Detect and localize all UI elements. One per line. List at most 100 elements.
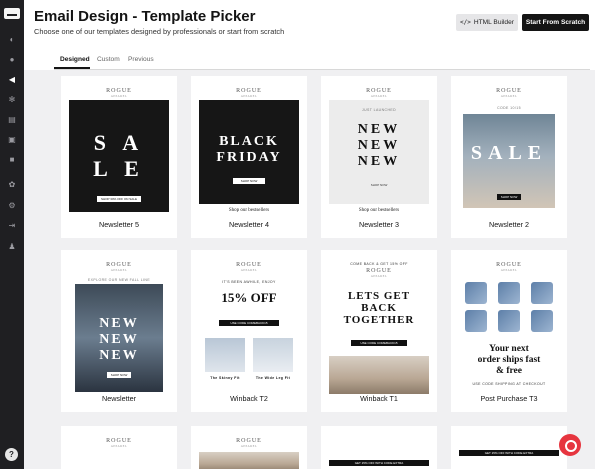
template-cta: SHOP NOW <box>107 372 131 378</box>
template-heading: 15% OFF <box>221 290 277 305</box>
template-item-label: The Skinny Fit <box>210 376 240 380</box>
html-builder-button[interactable]: </> HTML Builder <box>456 14 518 31</box>
template-thumbnail: ROGUE APPAREL CODE 10/15 SALE SHOP NOW <box>459 84 559 220</box>
template-card-newsletter-3[interactable]: ROGUE APPAREL JUST LAUNCHED NEW NEW NEW S… <box>321 76 437 238</box>
template-heading: NEW <box>357 154 401 169</box>
template-name: Newsletter 4 <box>229 220 269 229</box>
template-heading: L E <box>93 156 145 181</box>
account-icon[interactable]: ♟ <box>7 243 17 251</box>
template-thumbnail: ROGUE APPAREL S A L E SHOP 30% OFF ON SAL… <box>69 84 169 220</box>
pages-icon[interactable]: ▣ <box>7 136 17 144</box>
template-thumbnail: GET 15% OFF WITH CODE EXTRA <box>459 434 559 469</box>
logout-icon[interactable]: ⇥ <box>7 222 17 230</box>
template-footer-text: Shop our bestsellers <box>228 208 270 213</box>
dashboard-icon[interactable]: ◐ <box>7 36 17 44</box>
template-heading: SALE <box>470 142 548 164</box>
brand-logo: ROGUE APPAREL <box>106 438 132 448</box>
template-card[interactable]: GET 15% OFF WITH CODE EXTRA <box>321 426 437 469</box>
template-heading: order ships fast <box>477 355 541 365</box>
reports-icon[interactable]: ▤ <box>7 116 17 124</box>
template-thumbnail: ROGUE APPAREL <box>69 434 169 469</box>
template-promo-bar: GET 15% OFF WITH CODE EXTRA <box>329 460 429 466</box>
template-cta: SHOP 30% OFF ON SALE <box>97 196 141 202</box>
template-thumbnail: ROGUE APPAREL JUST LAUNCHED NEW NEW NEW S… <box>329 84 429 220</box>
brand-logo: ROGUE APPAREL <box>106 262 132 272</box>
code-icon: </> <box>460 19 471 26</box>
template-cta: USE CODE COMEBACK15 <box>351 340 407 346</box>
brand-logo: ROGUE APPAREL <box>366 88 392 98</box>
template-cta: SHOP NOW <box>370 183 388 187</box>
template-heading: S A <box>93 130 145 155</box>
settings-icon[interactable]: ⚙ <box>7 202 17 210</box>
template-kicker: IT'S BEEN AWHILE, ENJOY <box>222 280 276 284</box>
page-header: Email Design - Template Picker Choose on… <box>24 0 595 44</box>
page-subtitle: Choose one of our templates designed by … <box>34 27 285 36</box>
template-heading: LETS GET <box>347 290 411 302</box>
integrations-icon[interactable]: ✿ <box>7 181 17 189</box>
main-content: Email Design - Template Picker Choose on… <box>24 0 595 469</box>
forms-icon[interactable]: ■ <box>7 156 17 164</box>
automation-icon[interactable]: ✻ <box>7 96 17 104</box>
template-heading: Your next <box>489 344 529 354</box>
help-icon[interactable]: ? <box>5 448 18 461</box>
template-name: Winback T2 <box>230 394 268 403</box>
brand-logo: ROGUE APPAREL <box>236 262 262 272</box>
template-cta: USE CODE SHIPPING AT CHECKOUT <box>472 382 546 386</box>
support-chat-button[interactable] <box>559 434 581 456</box>
template-name: Winback T1 <box>360 394 398 403</box>
tab-designed[interactable]: Designed <box>60 54 90 66</box>
template-kicker: COME BACK & GET 15% OFF <box>350 262 408 266</box>
template-thumbnail: ROGUE APPAREL Your next order ships fast … <box>459 258 559 394</box>
template-cta: USE CODE COMEBACK15 <box>219 320 279 326</box>
template-heading: NEW <box>99 332 139 347</box>
start-from-scratch-button[interactable]: Start From Scratch <box>522 14 589 31</box>
template-footer-text: Shop our bestsellers <box>358 208 400 213</box>
template-heading: BLACK <box>219 134 279 149</box>
template-card-newsletter-5[interactable]: ROGUE APPAREL S A L E SHOP 30% OFF ON SAL… <box>61 76 177 238</box>
template-heading: NEW <box>357 138 401 153</box>
template-name: Newsletter 2 <box>489 220 529 229</box>
brand-logo: ROGUE APPAREL <box>236 438 262 448</box>
template-heading: NEW <box>99 316 139 331</box>
template-thumbnail: ROGUE APPAREL EXPLORE OUR NEW FALL LINE N… <box>69 258 169 394</box>
template-heading: NEW <box>99 348 139 363</box>
template-thumbnail: ROGUE APPAREL IT'S BEEN AWHILE, ENJOY 15%… <box>199 258 299 394</box>
template-cta: SHOP NOW <box>233 178 265 184</box>
template-kicker: EXPLORE OUR NEW FALL LINE <box>87 278 151 282</box>
sidebar: ◐ ● ◀ ✻ ▤ ▣ ■ ✿ ⚙ ⇥ ♟ ? <box>0 0 24 469</box>
template-card-winback-t1[interactable]: COME BACK & GET 15% OFF ROGUE APPAREL LET… <box>321 250 437 412</box>
template-card[interactable]: ROGUE APPAREL <box>61 426 177 469</box>
template-card-newsletter-2[interactable]: ROGUE APPAREL CODE 10/15 SALE SHOP NOW Ne… <box>451 76 567 238</box>
template-heading: TOGETHER <box>343 314 415 326</box>
template-kicker: CODE 10/15 <box>497 106 521 110</box>
template-card-newsletter-4[interactable]: ROGUE APPAREL BLACK FRIDAY SHOP NOW Shop … <box>191 76 307 238</box>
template-thumbnail: COME BACK & GET 15% OFF ROGUE APPAREL LET… <box>329 258 429 394</box>
template-card[interactable]: ROGUE APPAREL <box>191 426 307 469</box>
app-logo-icon[interactable] <box>4 8 20 19</box>
template-thumbnail: ROGUE APPAREL <box>199 434 299 469</box>
template-name: Post Purchase T3 <box>480 394 538 403</box>
template-name: Newsletter 3 <box>359 220 399 229</box>
template-card-winback-t2[interactable]: ROGUE APPAREL IT'S BEEN AWHILE, ENJOY 15%… <box>191 250 307 412</box>
template-thumbnail: GET 15% OFF WITH CODE EXTRA <box>329 434 429 469</box>
brand-logo: ROGUE APPAREL <box>236 88 262 98</box>
template-heading: FRIDAY <box>216 150 282 165</box>
template-promo-bar: GET 15% OFF WITH CODE EXTRA <box>459 450 559 456</box>
template-card[interactable]: GET 15% OFF WITH CODE EXTRA <box>451 426 567 469</box>
template-heading: & free <box>496 366 522 376</box>
brand-logo: ROGUE APPAREL <box>496 262 522 272</box>
brand-logo: ROGUE APPAREL <box>366 268 392 278</box>
template-kicker: JUST LAUNCHED <box>361 108 397 112</box>
template-cta: SHOP NOW <box>497 194 521 200</box>
template-heading: BACK <box>361 302 397 314</box>
tab-previous[interactable]: Previous <box>128 54 154 66</box>
template-item-label: The Wide Leg Fit <box>255 376 291 380</box>
brand-logo: ROGUE APPAREL <box>106 88 132 98</box>
campaigns-icon[interactable]: ◀ <box>7 76 17 84</box>
template-thumbnail: ROGUE APPAREL BLACK FRIDAY SHOP NOW Shop … <box>199 84 299 220</box>
tab-custom[interactable]: Custom <box>97 54 120 66</box>
template-name: Newsletter <box>102 394 136 403</box>
contacts-icon[interactable]: ● <box>7 56 17 64</box>
template-card-newsletter[interactable]: ROGUE APPAREL EXPLORE OUR NEW FALL LINE N… <box>61 250 177 412</box>
template-card-post-purchase-t3[interactable]: ROGUE APPAREL Your next order ships fast … <box>451 250 567 412</box>
